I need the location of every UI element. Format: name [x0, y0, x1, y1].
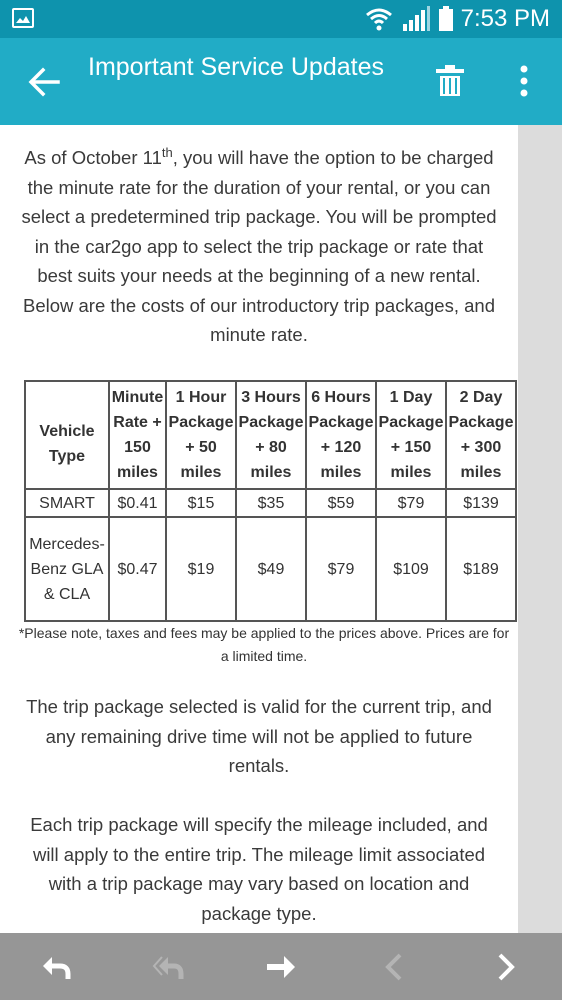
trash-icon[interactable] [434, 64, 466, 98]
header-1-hour: 1 Hour Package + 50 miles [165, 380, 237, 490]
more-vertical-icon[interactable] [512, 64, 536, 98]
table-cell: $49 [235, 516, 307, 622]
header-1-day: 1 Day Package + 150 miles [375, 380, 447, 490]
header-3-hours: 3 Hours Package + 80 miles [235, 380, 307, 490]
header-vehicle-type: Vehicle Type [24, 380, 110, 490]
table-cell: Mercedes-Benz GLA & CLA [24, 516, 110, 622]
table-cell: $79 [375, 488, 447, 518]
paragraph-trip-validity: The trip package selected is valid for t… [26, 696, 492, 776]
table-header-row: Vehicle Type Minute Rate + 150 miles 1 H… [24, 380, 517, 490]
table-row: SMART $0.41 $15 $35 $59 $79 $139 [24, 488, 517, 518]
table-cell: $35 [235, 488, 307, 518]
status-time: 7:53 PM [460, 5, 550, 32]
page-title: Important Service Updates [88, 53, 384, 81]
intro-text-end: , you will have the option to be charged… [21, 147, 497, 345]
scrollbar[interactable] [518, 125, 562, 933]
forward-icon[interactable] [264, 951, 296, 983]
table-row: Mercedes-Benz GLA & CLA $0.47 $19 $49 $7… [24, 516, 517, 622]
intro-paragraph: As of October 11th, you will have the op… [0, 143, 518, 350]
table-cell: $15 [165, 488, 237, 518]
table-cell: $79 [305, 516, 377, 622]
gallery-icon [12, 8, 34, 28]
next-icon[interactable] [490, 951, 522, 983]
rates-table: Vehicle Type Minute Rate + 150 miles 1 H… [24, 380, 517, 622]
table-cell: $0.47 [108, 516, 167, 622]
intro-superscript: th [161, 145, 173, 160]
app-bar: Important Service Updates [0, 38, 562, 125]
reply-all-icon [152, 956, 184, 979]
status-bar: 7:53 PM [0, 0, 562, 38]
table-cell: $59 [305, 488, 377, 518]
wifi-icon [366, 8, 392, 31]
signal-icon [403, 6, 430, 31]
pricing-note: *Please note, taxes and fees may be appl… [18, 625, 510, 664]
header-2-day: 2 Day Package + 300 miles [445, 380, 517, 490]
table-cell: SMART [24, 488, 110, 518]
table-cell: $0.41 [108, 488, 167, 518]
table-cell: $19 [165, 516, 237, 622]
table-cell: $189 [445, 516, 517, 622]
bottom-action-bar [0, 933, 562, 1000]
header-6-hours: 6 Hours Package + 120 miles [305, 380, 377, 490]
message-body: As of October 11th, you will have the op… [0, 125, 518, 933]
intro-text-start: As of October 11 [24, 147, 162, 168]
reply-icon[interactable] [40, 951, 72, 983]
header-minute-rate: Minute Rate + 150 miles [108, 380, 167, 490]
table-cell: $139 [445, 488, 517, 518]
battery-icon [439, 6, 453, 31]
paragraph-mileage: Each trip package will specify the milea… [30, 814, 488, 924]
arrow-left-icon[interactable] [26, 64, 62, 100]
status-icons [364, 6, 454, 32]
table-cell: $109 [375, 516, 447, 622]
previous-icon [385, 953, 402, 981]
